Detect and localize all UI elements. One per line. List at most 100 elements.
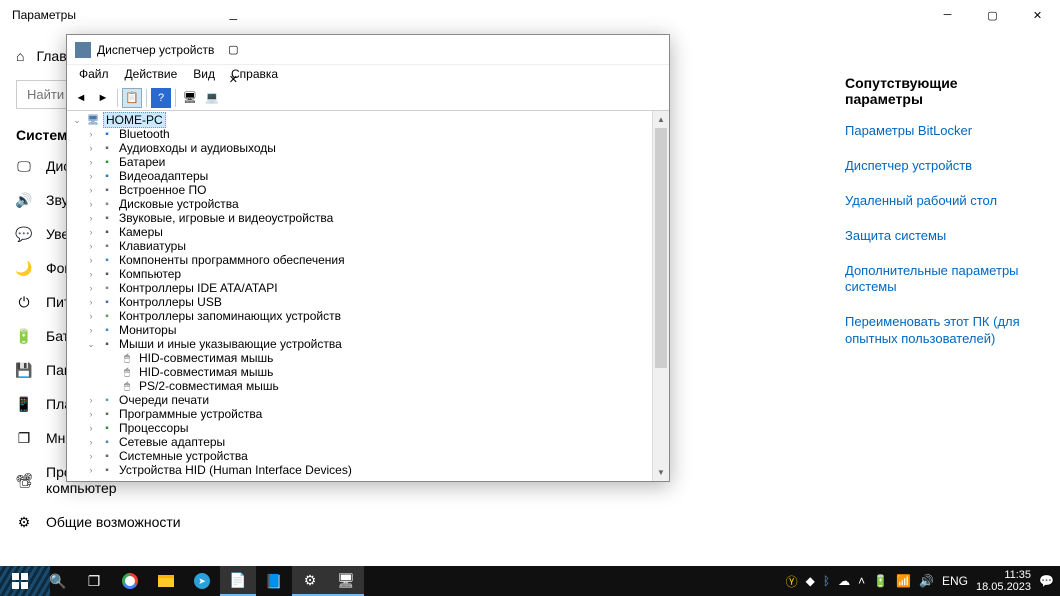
clock[interactable]: 11:35 18.05.2023 (976, 569, 1031, 593)
menu-файл[interactable]: Файл (73, 67, 115, 83)
close-button[interactable]: ✕ (1015, 0, 1060, 30)
tree-item[interactable]: ›▪Звуковые, игровые и видеоустройства (67, 211, 652, 225)
tree-item[interactable]: 🖱PS/2-совместимая мышь (67, 379, 652, 393)
wifi-icon[interactable]: 📶 (896, 574, 911, 588)
tree-item[interactable]: ›▪Контроллеры запоминающих устройств (67, 309, 652, 323)
scroll-down-icon[interactable]: ▼ (653, 464, 669, 481)
tree-item[interactable]: ›▪Мониторы (67, 323, 652, 337)
device-label: Программные устройства (117, 407, 264, 421)
tree-item[interactable]: ›▪Клавиатуры (67, 239, 652, 253)
related-link-2[interactable]: Удаленный рабочий стол (845, 193, 1030, 210)
scrollbar[interactable]: ▲ ▼ (652, 111, 669, 481)
expander-icon[interactable]: › (85, 185, 97, 195)
tree-item[interactable]: ⌄🖥HOME-PC (67, 113, 652, 127)
nav-item-10[interactable]: ⚙Общие возможности (0, 505, 250, 539)
expander-icon[interactable]: › (85, 283, 97, 293)
volume-icon[interactable]: 🔊 (919, 574, 934, 588)
expander-icon[interactable]: › (85, 227, 97, 237)
devmgr-titlebar[interactable]: Диспетчер устройств ─ ▢ ✕ (67, 35, 669, 65)
related-link-4[interactable]: Дополнительные параметры системы (845, 263, 1030, 297)
scan-button[interactable]: 🖥 (180, 88, 200, 108)
tray-icon1[interactable]: ◆ (806, 574, 815, 588)
bluetooth-icon[interactable]: ᛒ (823, 574, 830, 588)
chrome-icon[interactable] (112, 566, 148, 596)
expander-icon[interactable]: › (85, 465, 97, 475)
notifications-icon[interactable]: 💬 (1039, 574, 1054, 588)
properties-button[interactable]: 💻 (202, 88, 222, 108)
expander-icon[interactable]: › (85, 451, 97, 461)
menu-вид[interactable]: Вид (187, 67, 221, 83)
tree-item[interactable]: ›▪Видеоадаптеры (67, 169, 652, 183)
related-link-0[interactable]: Параметры BitLocker (845, 123, 1030, 140)
help-button[interactable]: ? (151, 88, 171, 108)
related-link-5[interactable]: Переименовать этот ПК (для опытных польз… (845, 314, 1030, 348)
related-link-3[interactable]: Защита системы (845, 228, 1030, 245)
tree-item[interactable]: ›▪Дисковые устройства (67, 197, 652, 211)
search-icon[interactable]: 🔍 (40, 566, 76, 596)
back-button[interactable]: ◄ (71, 88, 91, 108)
expander-icon[interactable]: › (85, 199, 97, 209)
maximize-button[interactable]: ▢ (214, 35, 252, 65)
expander-icon[interactable]: ⌄ (85, 339, 97, 350)
expander-icon[interactable]: ⌄ (71, 115, 83, 126)
tree-item[interactable]: ›▪Bluetooth (67, 127, 652, 141)
show-hidden-button[interactable]: 📋 (122, 88, 142, 108)
tree-item[interactable]: 🖱HID-совместимая мышь (67, 365, 652, 379)
expander-icon[interactable]: › (85, 311, 97, 321)
maximize-button[interactable]: ▢ (970, 0, 1015, 30)
expander-icon[interactable]: › (85, 269, 97, 279)
expander-icon[interactable]: › (85, 143, 97, 153)
chevron-up-icon[interactable]: ˄ (858, 574, 865, 588)
related-link-1[interactable]: Диспетчер устройств (845, 158, 1030, 175)
tree-item[interactable]: ⌄▪Мыши и иные указывающие устройства (67, 337, 652, 351)
notepad-icon[interactable]: 📄 (220, 566, 256, 596)
expander-icon[interactable]: › (85, 409, 97, 419)
battery-icon[interactable]: 🔋 (873, 574, 888, 588)
devmgr-task-icon[interactable]: 🖥 (328, 566, 364, 596)
language-indicator[interactable]: ENG (942, 574, 968, 588)
expander-icon[interactable]: › (85, 171, 97, 181)
expander-icon[interactable]: › (85, 213, 97, 223)
expander-icon[interactable]: › (85, 157, 97, 167)
start-button[interactable] (0, 566, 40, 596)
onedrive-icon[interactable]: ☁ (838, 574, 850, 588)
telegram-icon[interactable]: ➤ (184, 566, 220, 596)
expander-icon[interactable]: › (85, 395, 97, 405)
minimize-button[interactable]: ─ (214, 5, 252, 35)
tree-item[interactable]: ›▪Сетевые адаптеры (67, 435, 652, 449)
tree-item[interactable]: ›▪Компоненты программного обеспечения (67, 253, 652, 267)
settings-task-icon[interactable]: ⚙ (292, 566, 328, 596)
task-view-icon[interactable]: ❐ (76, 566, 112, 596)
tree-item[interactable]: ›▪Процессоры (67, 421, 652, 435)
menu-действие[interactable]: Действие (119, 67, 184, 83)
devmgr-menubar: ФайлДействиеВидСправка (67, 65, 669, 85)
menu-справка[interactable]: Справка (225, 67, 284, 83)
expander-icon[interactable]: › (85, 423, 97, 433)
expander-icon[interactable]: › (85, 129, 97, 139)
tree-item[interactable]: ›▪Аудиовходы и аудиовыходы (67, 141, 652, 155)
yandex-icon[interactable]: Ⓨ (786, 573, 798, 590)
scroll-thumb[interactable] (655, 128, 667, 368)
tree-item[interactable]: ›▪Устройства HID (Human Interface Device… (67, 463, 652, 477)
expander-icon[interactable]: › (85, 255, 97, 265)
forward-button[interactable]: ► (93, 88, 113, 108)
explorer-icon[interactable] (148, 566, 184, 596)
tree-item[interactable]: ›▪Встроенное ПО (67, 183, 652, 197)
tree-item[interactable]: ›▪Системные устройства (67, 449, 652, 463)
device-tree[interactable]: ⌄🖥HOME-PC›▪Bluetooth›▪Аудиовходы и аудио… (67, 111, 652, 481)
expander-icon[interactable]: › (85, 437, 97, 447)
expander-icon[interactable]: › (85, 325, 97, 335)
tree-item[interactable]: 🖱HID-совместимая мышь (67, 351, 652, 365)
tree-item[interactable]: ›▪Контроллеры IDE ATA/ATAPI (67, 281, 652, 295)
expander-icon[interactable]: › (85, 241, 97, 251)
expander-icon[interactable]: › (85, 297, 97, 307)
minimize-button[interactable]: ─ (925, 0, 970, 30)
tree-item[interactable]: ›▪Компьютер (67, 267, 652, 281)
scroll-up-icon[interactable]: ▲ (653, 111, 669, 128)
calculator-icon[interactable]: 📘 (256, 566, 292, 596)
tree-item[interactable]: ›▪Камеры (67, 225, 652, 239)
tree-item[interactable]: ›▪Батареи (67, 155, 652, 169)
tree-item[interactable]: ›▪Контроллеры USB (67, 295, 652, 309)
tree-item[interactable]: ›▪Очереди печати (67, 393, 652, 407)
tree-item[interactable]: ›▪Программные устройства (67, 407, 652, 421)
